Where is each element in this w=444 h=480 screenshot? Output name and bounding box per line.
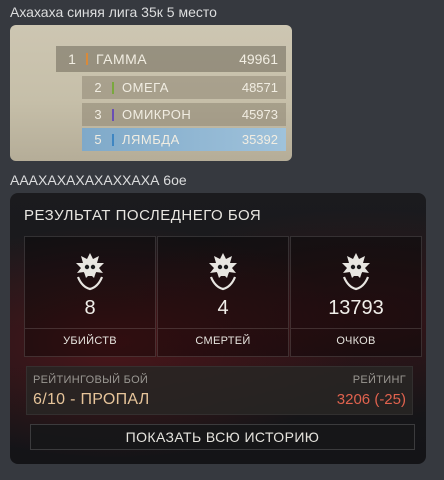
- stat-value: 13793: [328, 297, 384, 319]
- rank-number: 2: [94, 80, 102, 95]
- stat-label: ОЧКОВ: [336, 335, 376, 347]
- stat-value: 8: [84, 297, 96, 319]
- battle-result-card[interactable]: РЕЗУЛЬТАТ ПОСЛЕДНЕГО БОЯ 8 УБИЙСТВ 4 СМЕ…: [10, 193, 426, 464]
- rating-value: 3206 (-25): [336, 391, 406, 408]
- team-name: ОМИКРОН: [122, 107, 192, 122]
- stat-kills: 8 УБИЙСТВ: [24, 236, 156, 357]
- skull-wreath-icon: [342, 253, 370, 291]
- ranked-battle-value: 6/10 - ПРОПАЛ: [33, 391, 150, 408]
- team-score: 49961: [239, 51, 278, 67]
- leaderboard-row-top: 1 ГАММА 49961: [56, 46, 286, 72]
- stat-value: 4: [217, 297, 229, 319]
- card-title: РЕЗУЛЬТАТ ПОСЛЕДНЕГО БОЯ: [24, 207, 262, 224]
- stat-label: УБИЙСТВ: [63, 335, 117, 347]
- rating-panel: РЕЙТИНГОВЫЙ БОЙ 6/10 - ПРОПАЛ РЕЙТИНГ 32…: [26, 366, 413, 415]
- leaderboard-row: 3 ОМИКРОН 45973: [82, 103, 286, 126]
- team-color-bar: [86, 53, 88, 65]
- team-name: ОМЕГА: [122, 80, 169, 95]
- stat-deaths: 4 СМЕРТЕЙ: [157, 236, 289, 357]
- team-name: ЛЯМБДА: [122, 132, 180, 147]
- stat-divider: [291, 328, 421, 329]
- skull-wreath-icon: [209, 253, 237, 291]
- leaderboard-image[interactable]: 1 ГАММА 49961 2 ОМЕГА 48571 3 ОМИКРОН 45…: [10, 25, 292, 161]
- leaderboard-row: 2 ОМЕГА 48571: [82, 76, 286, 99]
- rank-number: 3: [94, 107, 102, 122]
- team-color-bar: [112, 81, 114, 94]
- stat-label: СМЕРТЕЙ: [195, 335, 251, 347]
- leaderboard-row-highlighted: 5 ЛЯМБДА 35392: [82, 128, 286, 151]
- rank-number: 5: [94, 132, 102, 147]
- rank-number: 1: [68, 51, 76, 67]
- message-text-2: АААХАХАХАХАХХАХА 6ое: [10, 172, 187, 188]
- team-color-bar: [112, 108, 114, 121]
- stat-divider: [158, 328, 288, 329]
- team-score: 35392: [241, 132, 278, 147]
- rating-label: РЕЙТИНГ: [352, 374, 406, 386]
- stat-divider: [25, 328, 155, 329]
- ranked-battle-label: РЕЙТИНГОВЫЙ БОЙ: [33, 374, 149, 386]
- team-score: 45973: [241, 107, 278, 122]
- team-score: 48571: [241, 80, 278, 95]
- show-history-button[interactable]: ПОКАЗАТЬ ВСЮ ИСТОРИЮ: [30, 424, 415, 450]
- team-color-bar: [112, 133, 114, 146]
- message-text-1: Ахахаха синяя лига 35к 5 место: [10, 4, 217, 20]
- skull-wreath-icon: [76, 253, 104, 291]
- stat-points: 13793 ОЧКОВ: [290, 236, 422, 357]
- team-name: ГАММА: [96, 51, 148, 67]
